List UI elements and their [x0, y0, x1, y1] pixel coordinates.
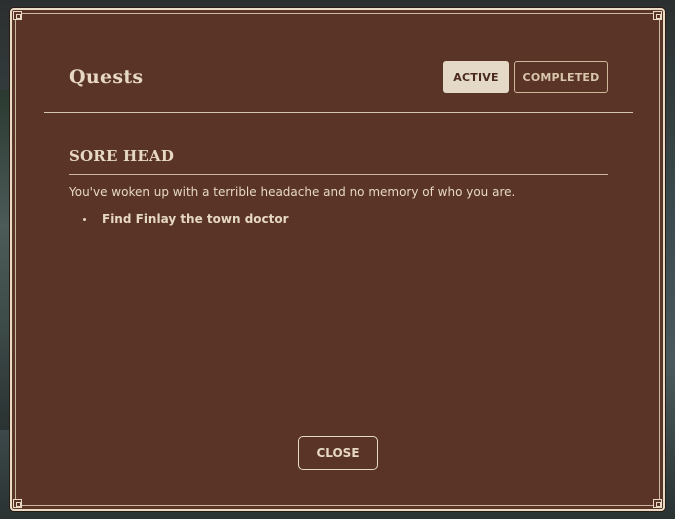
close-button[interactable]: CLOSE [298, 436, 378, 470]
header-divider [44, 112, 633, 113]
quest-title: SORE HEAD [69, 147, 175, 165]
objective-text: Find Finlay the town doctor [102, 212, 289, 226]
corner-ornament-icon [653, 499, 662, 508]
corner-ornament-icon [13, 11, 22, 20]
quest-description: You've woken up with a terrible headache… [69, 185, 516, 199]
corner-ornament-icon [653, 11, 662, 20]
dialog-title: Quests [69, 66, 144, 88]
tab-completed[interactable]: COMPLETED [514, 61, 608, 93]
quest-objective: Find Finlay the town doctor [83, 212, 289, 226]
quests-dialog: Quests ACTIVE COMPLETED SORE HEAD You've… [10, 8, 665, 511]
quest-divider [69, 174, 608, 175]
corner-ornament-icon [13, 499, 22, 508]
tab-active[interactable]: ACTIVE [443, 61, 509, 93]
bullet-icon [83, 217, 86, 221]
